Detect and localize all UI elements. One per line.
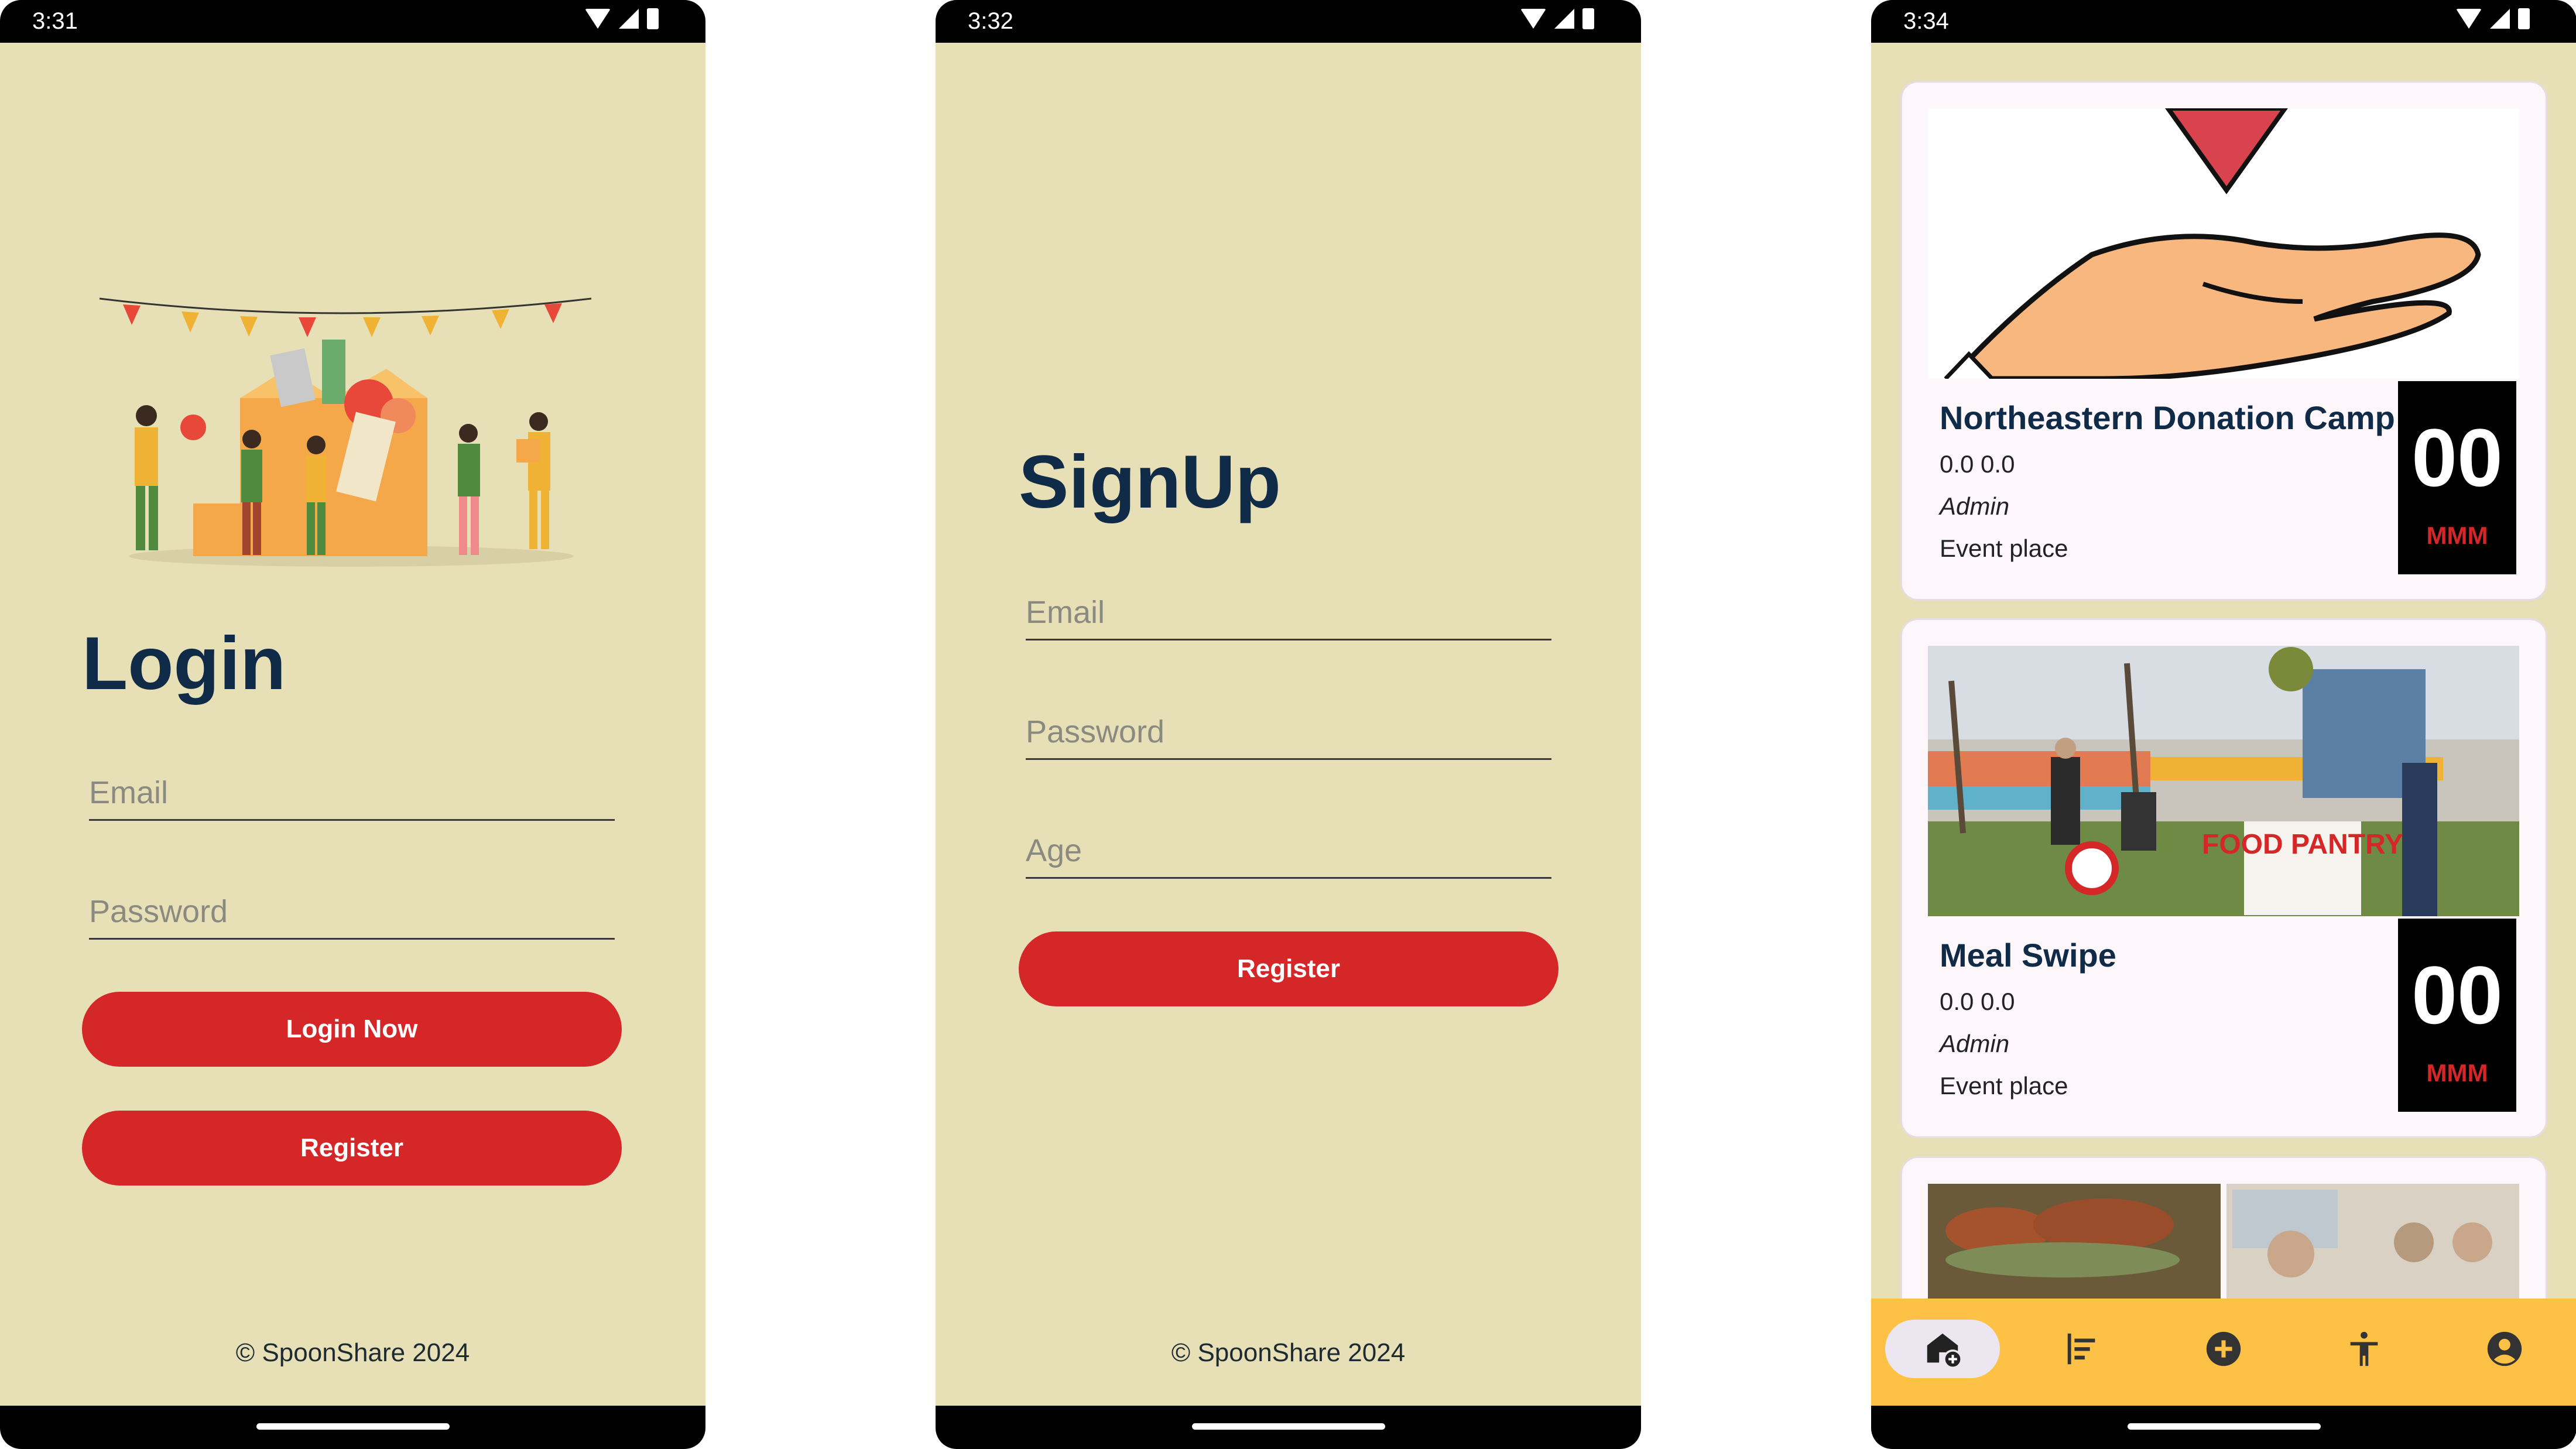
cell-signal-icon: [2490, 9, 2510, 29]
email-field[interactable]: Email: [89, 775, 615, 821]
food-pantry-sign: FOOD PANTRY: [2202, 829, 2403, 860]
email-placeholder: Email: [89, 775, 169, 810]
status-time: 3:32: [968, 8, 1013, 34]
home-gesture-handle[interactable]: [1191, 1423, 1385, 1430]
event-coordinates: 0.0 0.0: [1940, 450, 2015, 478]
account-circle-icon: [2487, 1331, 2522, 1366]
age-field[interactable]: Age: [1026, 833, 1551, 879]
event-day: 00: [2411, 949, 2503, 1041]
email-field[interactable]: Email: [1026, 595, 1551, 640]
page-title: SignUp: [1019, 440, 1281, 524]
email-placeholder: Email: [1026, 595, 1105, 630]
battery-icon: [1582, 8, 1594, 29]
event-card[interactable]: Northeastern Donation Camp 0.0 0.0 Admin…: [1900, 81, 2547, 601]
register-button[interactable]: Register: [1019, 931, 1558, 1006]
event-title: Northeastern Donation Camp: [1940, 399, 2395, 436]
status-time: 3:34: [1903, 8, 1949, 34]
status-icons: [1520, 8, 1594, 29]
home-gesture-handle[interactable]: [256, 1423, 450, 1430]
status-icons: [2456, 8, 2530, 29]
event-author: Admin: [1940, 492, 2010, 520]
login-screen: 3:31 Login Email Password Login Now Regi…: [0, 0, 705, 1449]
cell-signal-icon: [619, 9, 639, 29]
signup-screen: 3:32 SignUp Email Password Age Register …: [936, 0, 1641, 1449]
event-place: Event place: [1940, 535, 2068, 562]
event-image: [1928, 108, 2519, 379]
system-nav-bar: [0, 1406, 705, 1449]
cell-signal-icon: [1554, 9, 1574, 29]
event-day: 00: [2411, 412, 2503, 503]
system-nav-bar: [936, 1406, 1641, 1449]
status-bar: 3:31: [0, 0, 705, 43]
event-image: FOOD PANTRY: [1928, 646, 2519, 916]
add-circle-icon: [2206, 1331, 2241, 1366]
wifi-icon: [585, 9, 611, 29]
event-date-badge: 00 MMM: [2398, 919, 2516, 1112]
password-field[interactable]: Password: [1026, 714, 1551, 760]
wifi-icon: [2456, 9, 2482, 29]
event-coordinates: 0.0 0.0: [1940, 988, 2015, 1015]
bottom-navigation: [1871, 1299, 2576, 1406]
password-placeholder: Password: [1026, 714, 1165, 749]
accessibility-icon: [2350, 1331, 2378, 1366]
page-title: Login: [82, 622, 286, 705]
sort-list-icon: [2067, 1333, 2095, 1365]
event-month: MMM: [2426, 522, 2488, 549]
donation-illustration: [99, 297, 592, 567]
footer-copyright: © SpoonShare 2024: [235, 1338, 470, 1367]
register-button[interactable]: Register: [82, 1111, 622, 1186]
event-month: MMM: [2426, 1059, 2488, 1087]
password-field[interactable]: Password: [89, 894, 615, 940]
nav-home-button[interactable]: [1913, 1320, 1972, 1378]
event-date-badge: 00 MMM: [2398, 381, 2516, 574]
age-placeholder: Age: [1026, 833, 1083, 868]
event-card[interactable]: FOOD PANTRY Meal Swipe 0.0 0.0 Admin Eve…: [1900, 618, 2547, 1138]
event-title: Meal Swipe: [1940, 937, 2116, 974]
battery-icon: [2518, 8, 2530, 29]
event-author: Admin: [1940, 1030, 2010, 1057]
nav-list-button[interactable]: [2054, 1320, 2112, 1378]
battery-icon: [647, 8, 659, 29]
status-bar: 3:32: [936, 0, 1641, 43]
login-button[interactable]: Login Now: [82, 992, 622, 1067]
nav-accessibility-button[interactable]: [2335, 1320, 2393, 1378]
home-gesture-handle[interactable]: [2127, 1423, 2321, 1430]
home-add-icon: [1927, 1333, 1962, 1369]
status-bar: 3:34: [1871, 0, 2576, 43]
event-place: Event place: [1940, 1072, 2068, 1099]
footer-copyright: © SpoonShare 2024: [1171, 1338, 1406, 1367]
nav-profile-button[interactable]: [2475, 1320, 2534, 1378]
password-placeholder: Password: [89, 894, 228, 929]
wifi-icon: [1520, 9, 1546, 29]
status-time: 3:31: [32, 8, 78, 34]
system-nav-bar: [1871, 1406, 2576, 1449]
nav-add-button[interactable]: [2194, 1320, 2253, 1378]
status-icons: [585, 8, 659, 29]
events-screen: 3:34 Northeastern Donation Camp 0.0 0.0 …: [1871, 0, 2576, 1449]
